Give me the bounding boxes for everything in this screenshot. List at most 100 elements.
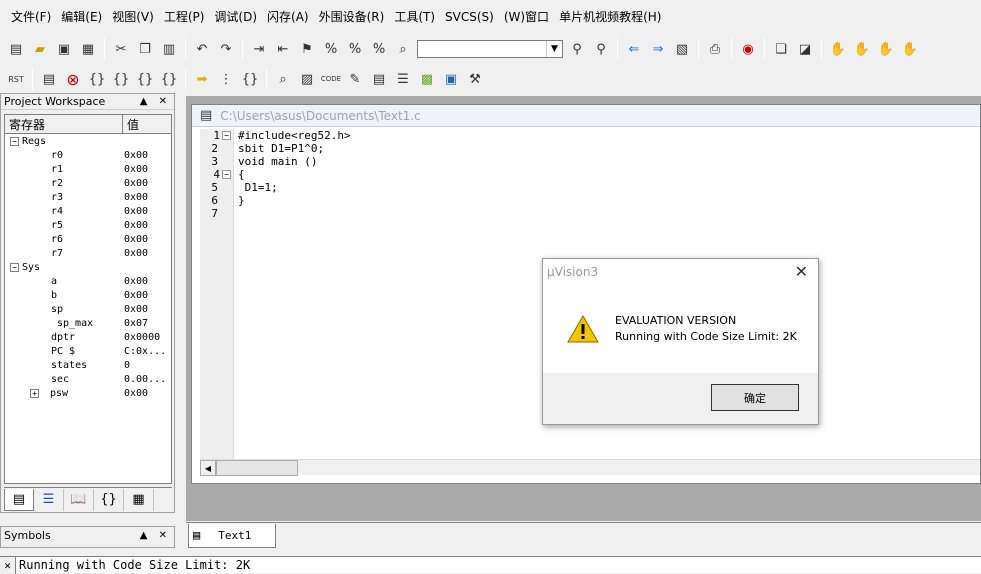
register-row[interactable]: states 0: [5, 358, 171, 372]
config-icon[interactable]: ☰: [392, 68, 414, 90]
run-to-cursor-icon[interactable]: ▤: [38, 68, 60, 90]
cut-icon[interactable]: ✂: [110, 38, 132, 60]
browse-icon[interactable]: ▧: [671, 38, 693, 60]
menu-item-7[interactable]: 工具(T): [389, 7, 440, 27]
bookmark-next-icon[interactable]: %: [344, 38, 366, 60]
templates-tab-icon[interactable]: ▦: [124, 488, 154, 511]
indent-icon[interactable]: ⇥: [248, 38, 270, 60]
bookmark-set-icon[interactable]: ⚑: [296, 38, 318, 60]
hand-flag-icon[interactable]: ✋: [899, 38, 921, 60]
tab-text1[interactable]: ▤ Text1: [188, 523, 276, 548]
debug-session-icon[interactable]: ◉: [737, 38, 759, 60]
expand-icon[interactable]: +: [30, 388, 39, 398]
window-cascade-icon[interactable]: ❏: [770, 38, 792, 60]
code-area[interactable]: #include<reg52.h> sbit D1=P1^0; void main …: [238, 129, 938, 220]
copy-icon[interactable]: ❐: [134, 38, 156, 60]
register-row[interactable]: r5 0x00: [5, 218, 171, 232]
register-row[interactable]: sp_max 0x07: [5, 316, 171, 330]
menu-item-6[interactable]: 外围设备(R): [314, 7, 390, 27]
register-row[interactable]: + psw 0x00: [5, 386, 171, 400]
menu-item-10[interactable]: 单片机视频教程(H): [554, 7, 666, 27]
code-line[interactable]: sbit D1=P1^0;: [238, 142, 938, 155]
register-row[interactable]: b 0x00: [5, 288, 171, 302]
perf-icon[interactable]: ✎: [344, 68, 366, 90]
new-file-icon[interactable]: ▤: [5, 38, 27, 60]
show-next-icon[interactable]: ➡: [191, 68, 213, 90]
stop-icon[interactable]: ⊗: [62, 68, 84, 90]
symbols-controls[interactable]: ▲ ✕: [140, 530, 171, 541]
disassembly-icon[interactable]: ⋮: [215, 68, 237, 90]
collapse-icon[interactable]: −: [10, 262, 19, 272]
save-icon[interactable]: ▣: [53, 38, 75, 60]
code-line[interactable]: [238, 207, 938, 220]
chevron-down-icon[interactable]: ▼: [546, 41, 562, 57]
logic-analyzer-icon[interactable]: ▩: [416, 68, 438, 90]
menu-item-1[interactable]: 编辑(E): [56, 7, 107, 27]
code-line[interactable]: }: [238, 194, 938, 207]
toolbox-icon[interactable]: ▣: [440, 68, 462, 90]
scroll-thumb[interactable]: [216, 460, 298, 476]
tree-group[interactable]: − Regs: [5, 134, 171, 148]
find-combo[interactable]: ▼: [417, 40, 563, 58]
books-tab-icon[interactable]: 📖: [64, 488, 94, 511]
fold-icon[interactable]: −: [222, 170, 231, 179]
open-folder-icon[interactable]: ▰: [29, 38, 51, 60]
memory-icon[interactable]: ⌕: [272, 68, 294, 90]
horizontal-scrollbar[interactable]: ◀: [200, 459, 980, 476]
step-into-icon[interactable]: {}: [86, 68, 108, 90]
menu-item-0[interactable]: 文件(F): [6, 7, 56, 27]
menu-item-3[interactable]: 工程(P): [159, 7, 210, 27]
column-value[interactable]: 值: [123, 115, 171, 133]
code-line[interactable]: D1=1;: [238, 181, 938, 194]
regs-tab-icon[interactable]: ☰: [34, 488, 64, 511]
fold-icon[interactable]: −: [222, 131, 231, 140]
register-row[interactable]: PC $ C:0x...: [5, 344, 171, 358]
watch-icon[interactable]: {}: [239, 68, 261, 90]
menu-item-2[interactable]: 视图(V): [107, 7, 159, 27]
menu-item-9[interactable]: (W)窗口: [499, 7, 554, 27]
menu-item-8[interactable]: SVCS(S): [440, 7, 499, 27]
register-row[interactable]: dptr 0x0000: [5, 330, 171, 344]
redo-icon[interactable]: ↷: [215, 38, 237, 60]
coverage-icon[interactable]: ▤: [368, 68, 390, 90]
undo-icon[interactable]: ↶: [191, 38, 213, 60]
window-tile-icon[interactable]: ◪: [794, 38, 816, 60]
register-row[interactable]: r2 0x00: [5, 176, 171, 190]
find-icon[interactable]: ⚲: [566, 38, 588, 60]
step-out-icon[interactable]: {}: [134, 68, 156, 90]
save-all-icon[interactable]: ▦: [77, 38, 99, 60]
analyzer-icon[interactable]: CODE: [320, 68, 342, 90]
menu-item-5[interactable]: 闪存(A): [262, 7, 314, 27]
register-row[interactable]: r4 0x00: [5, 204, 171, 218]
close-icon[interactable]: ✕: [0, 556, 16, 574]
register-row[interactable]: r6 0x00: [5, 232, 171, 246]
run-icon[interactable]: {}: [158, 68, 180, 90]
register-row[interactable]: r3 0x00: [5, 190, 171, 204]
register-row[interactable]: sec 0.00...: [5, 372, 171, 386]
register-row[interactable]: r1 0x00: [5, 162, 171, 176]
ok-button[interactable]: 确定: [711, 384, 799, 411]
workspace-controls[interactable]: ▲ ✕: [140, 96, 171, 107]
close-icon[interactable]: ✕: [795, 262, 808, 281]
files-tab-icon[interactable]: ▤: [4, 488, 34, 511]
code-line[interactable]: void main (): [238, 155, 938, 168]
find-replace-icon[interactable]: ⚲: [590, 38, 612, 60]
hand-icon[interactable]: ✋: [827, 38, 849, 60]
hand-mark-icon[interactable]: ✋: [875, 38, 897, 60]
column-register[interactable]: 寄存器: [5, 115, 123, 133]
register-row[interactable]: r7 0x00: [5, 246, 171, 260]
tree-group[interactable]: − Sys: [5, 260, 171, 274]
step-over-icon[interactable]: {}: [110, 68, 132, 90]
functions-tab-icon[interactable]: {}: [94, 488, 124, 511]
hand-stop-icon[interactable]: ✋: [851, 38, 873, 60]
goto-back-icon[interactable]: ⇐: [623, 38, 645, 60]
find-in-files-icon[interactable]: ⌕: [392, 38, 414, 60]
bookmark-clear-icon[interactable]: %: [368, 38, 390, 60]
print-icon[interactable]: ⎙: [704, 38, 726, 60]
code-line[interactable]: {: [238, 168, 938, 181]
reset-icon[interactable]: RST: [5, 68, 27, 90]
paste-icon[interactable]: ▥: [158, 38, 180, 60]
unindent-icon[interactable]: ⇤: [272, 38, 294, 60]
bookmark-prev-icon[interactable]: %: [320, 38, 342, 60]
collapse-icon[interactable]: −: [10, 136, 19, 146]
